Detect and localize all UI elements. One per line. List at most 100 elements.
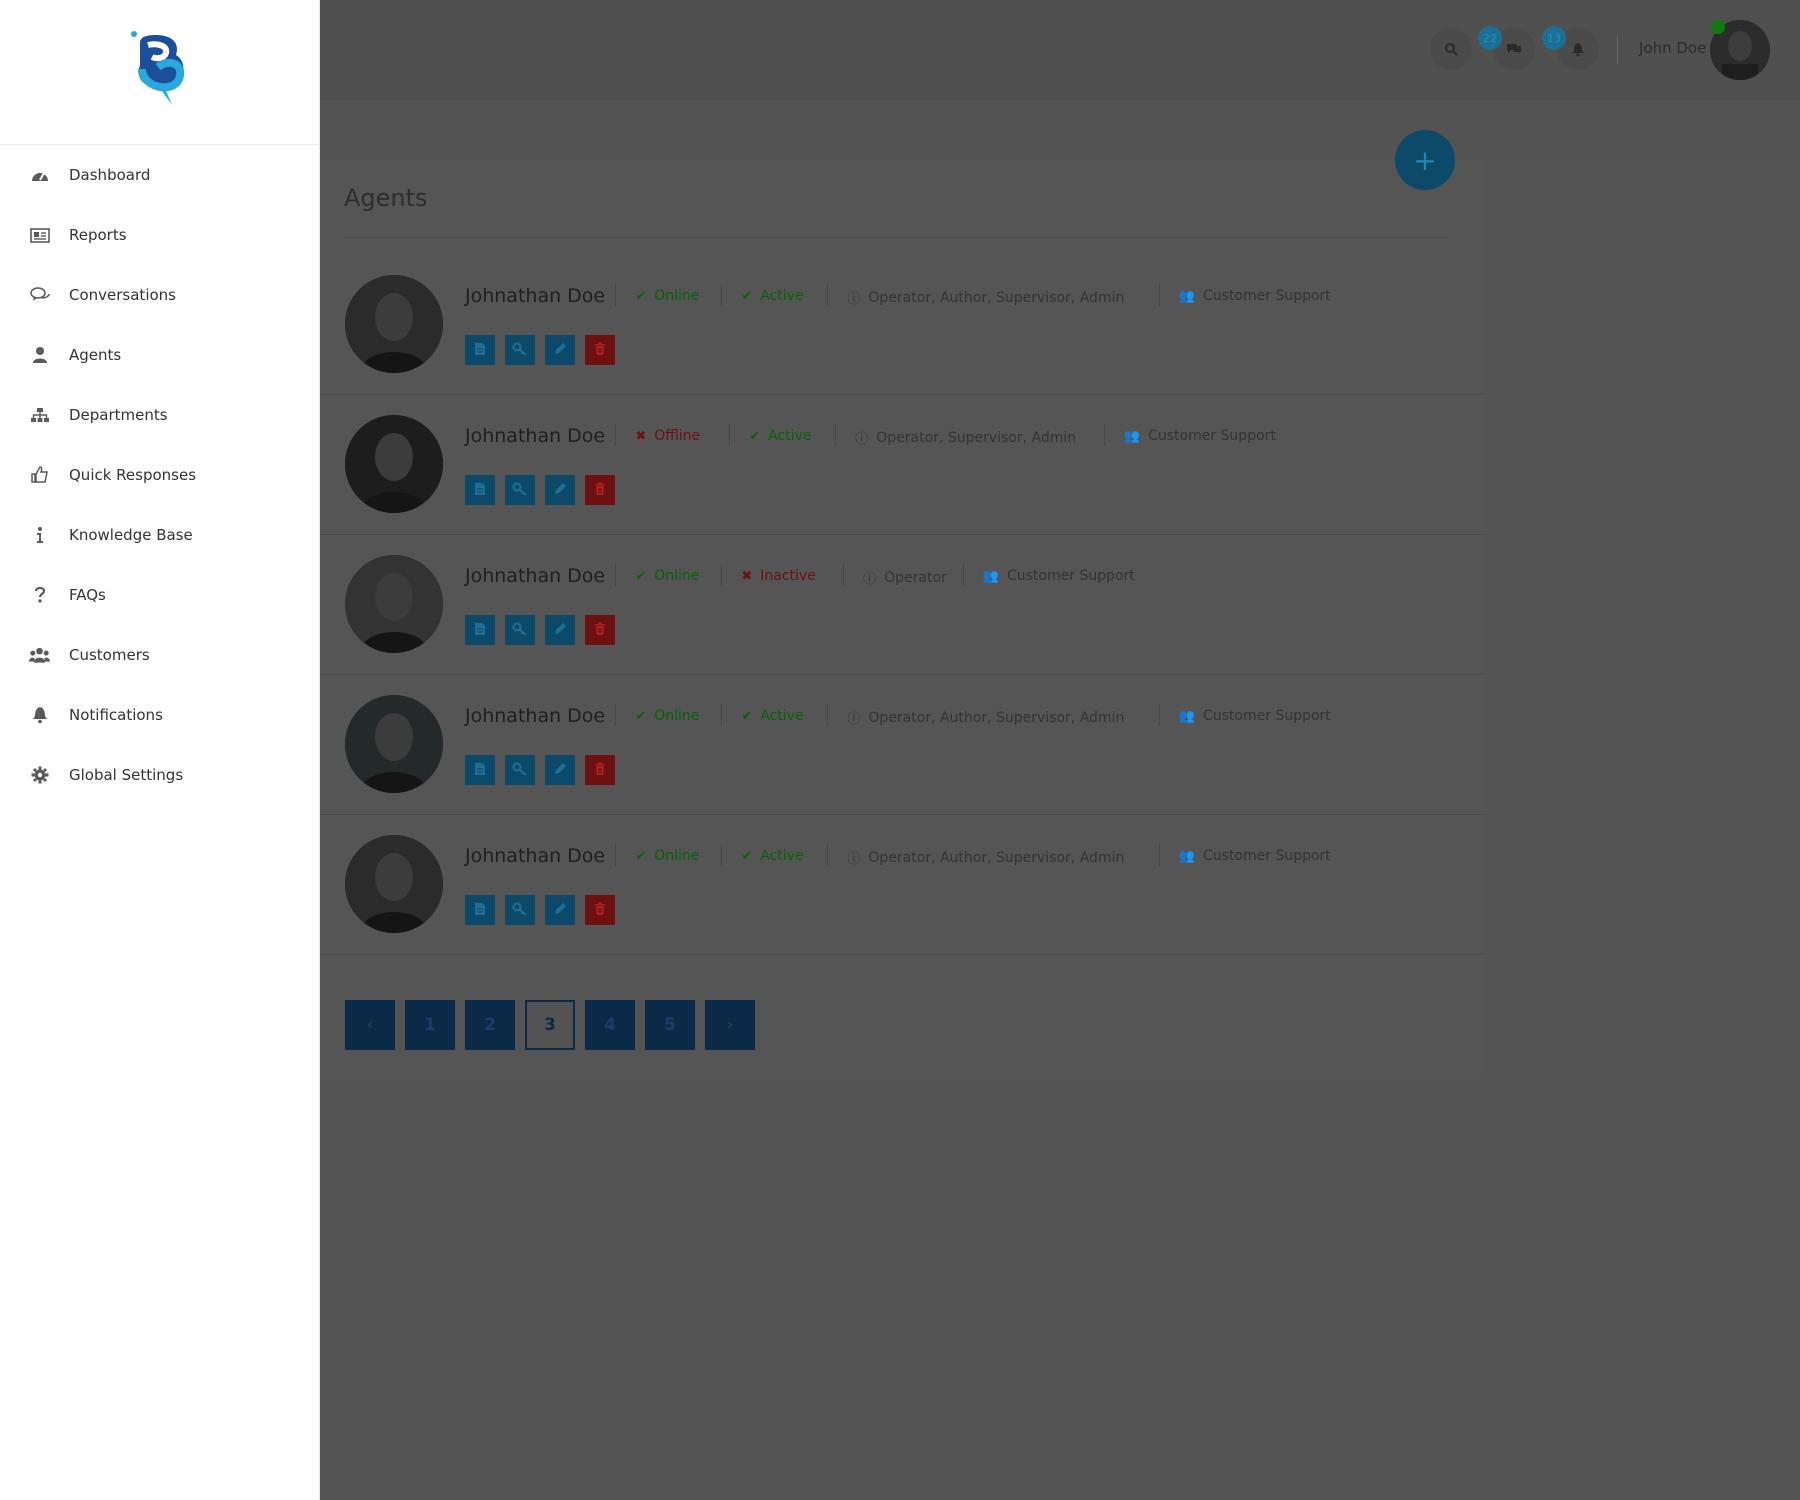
sidebar-item-reports[interactable]: Reports [0, 205, 319, 265]
sidebar-item-departments[interactable]: Departments [0, 385, 319, 445]
meta-divider [721, 704, 723, 726]
meta-divider [615, 564, 617, 586]
info-circle-icon: ⓘ [847, 852, 861, 867]
question-icon [29, 585, 50, 606]
agent-roles-text: Operator [884, 569, 947, 586]
reports-icon [29, 225, 50, 246]
edit-agent-button[interactable] [545, 335, 575, 365]
agent-status: ✔ Active [749, 428, 811, 444]
add-agent-button[interactable]: + [1395, 130, 1455, 190]
info-circle-icon: ⓘ [863, 572, 877, 587]
delete-agent-button[interactable] [585, 895, 615, 925]
key-icon [512, 481, 528, 500]
sidebar-item-label: Notifications [69, 706, 163, 724]
agent-avatar[interactable] [345, 415, 443, 513]
agent-roles: ⓘ Operator, Author, Supervisor, Admin [847, 708, 1125, 728]
edit-agent-button[interactable] [545, 755, 575, 785]
sidebar-item-agents[interactable]: Agents [0, 325, 319, 385]
next-page-button[interactable]: › [705, 1000, 755, 1050]
prev-page-button[interactable]: ‹ [345, 1000, 395, 1050]
user-name[interactable]: John Doe [1639, 39, 1706, 57]
page-button-5[interactable]: 5 [645, 1000, 695, 1050]
check-icon: ✔ [741, 708, 753, 724]
sidebar-item-label: Knowledge Base [69, 526, 193, 544]
view-profile-button[interactable] [465, 895, 495, 925]
meta-divider [1158, 704, 1160, 726]
online-indicator [1711, 20, 1725, 34]
agent-department-text: Customer Support [1202, 708, 1331, 724]
group-icon: 👥 [1178, 848, 1195, 864]
check-icon: ✔ [635, 708, 647, 724]
key-icon [512, 761, 528, 780]
agent-status: ✔ Active [741, 288, 803, 304]
agent-name[interactable]: Johnathan Doe [465, 705, 605, 727]
delete-agent-button[interactable] [585, 615, 615, 645]
brand-logo[interactable] [128, 29, 192, 115]
agent-row: Johnathan Doe ✔ Online ✔ Active ⓘ Operator, Au… [320, 675, 1485, 815]
view-profile-button[interactable] [465, 335, 495, 365]
key-icon [512, 341, 528, 360]
sidebar-item-quick-responses[interactable]: Quick Responses [0, 445, 319, 505]
page-button-2[interactable]: 2 [465, 1000, 515, 1050]
search-button[interactable] [1430, 28, 1472, 70]
agent-avatar[interactable] [345, 555, 443, 653]
reset-password-button[interactable] [505, 475, 535, 505]
edit-agent-button[interactable] [545, 895, 575, 925]
sidebar-item-customers[interactable]: Customers [0, 625, 319, 685]
pencil-icon [553, 901, 567, 920]
agent-status-text: Active [760, 288, 804, 304]
sidebar-item-faqs[interactable]: FAQs [0, 565, 319, 625]
agent-name[interactable]: Johnathan Doe [465, 565, 605, 587]
sidebar-item-conversations[interactable]: Conversations [0, 265, 319, 325]
delete-agent-button[interactable] [585, 475, 615, 505]
agent-name[interactable]: Johnathan Doe [465, 425, 605, 447]
agent-row: Johnathan Doe ✔ Online ✔ Active ⓘ Operator, Au… [320, 815, 1485, 955]
view-profile-button[interactable] [465, 615, 495, 645]
reset-password-button[interactable] [505, 335, 535, 365]
page-button-3[interactable]: 3 [525, 1000, 575, 1050]
trash-icon [594, 341, 606, 360]
pencil-icon [553, 481, 567, 500]
agent-name[interactable]: Johnathan Doe [465, 845, 605, 867]
search-icon [1445, 43, 1458, 56]
title-divider [344, 237, 1448, 238]
reset-password-button[interactable] [505, 755, 535, 785]
reset-password-button[interactable] [505, 615, 535, 645]
check-icon: ✔ [635, 568, 647, 584]
agent-name[interactable]: Johnathan Doe [465, 285, 605, 307]
edit-agent-button[interactable] [545, 475, 575, 505]
check-icon: ✔ [749, 428, 761, 444]
agent-avatar[interactable] [345, 275, 443, 373]
sidebar-item-dashboard[interactable]: Dashboard [0, 145, 319, 205]
agent-roles-text: Operator, Author, Supervisor, Admin [868, 709, 1125, 726]
agent-actions [465, 615, 625, 645]
thumbs-up-icon [29, 465, 50, 486]
agent-roles: ⓘ Operator, Author, Supervisor, Admin [847, 288, 1124, 308]
delete-agent-button[interactable] [585, 755, 615, 785]
view-profile-button[interactable] [465, 755, 495, 785]
agent-row: Johnathan Doe ✔ Online ✔ Active ⓘ Operator, Au… [320, 255, 1485, 395]
topbar-shadow [320, 100, 1800, 160]
pencil-icon [553, 341, 567, 360]
agent-avatar[interactable] [345, 695, 443, 793]
page-button-1[interactable]: 1 [405, 1000, 455, 1050]
meta-divider [721, 844, 723, 866]
trash-icon [594, 481, 606, 500]
edit-agent-button[interactable] [545, 615, 575, 645]
x-icon: ✖ [741, 568, 753, 584]
sidebar-item-knowledge-base[interactable]: Knowledge Base [0, 505, 319, 565]
reset-password-button[interactable] [505, 895, 535, 925]
delete-agent-button[interactable] [585, 335, 615, 365]
meta-divider [1103, 424, 1105, 446]
agent-roles: ⓘ Operator, Supervisor, Admin [855, 428, 1076, 448]
sidebar-item-global-settings[interactable]: Global Settings [0, 745, 319, 805]
agent-presence-text: Online [654, 848, 700, 864]
sidebar-item-notifications[interactable]: Notifications [0, 685, 319, 745]
meta-divider [835, 424, 837, 446]
agent-avatar[interactable] [345, 835, 443, 933]
page-button-4[interactable]: 4 [585, 1000, 635, 1050]
agent-department-text: Customer Support [1148, 428, 1276, 444]
check-icon: ✔ [741, 288, 753, 304]
view-profile-button[interactable] [465, 475, 495, 505]
check-icon: ✔ [635, 288, 647, 304]
